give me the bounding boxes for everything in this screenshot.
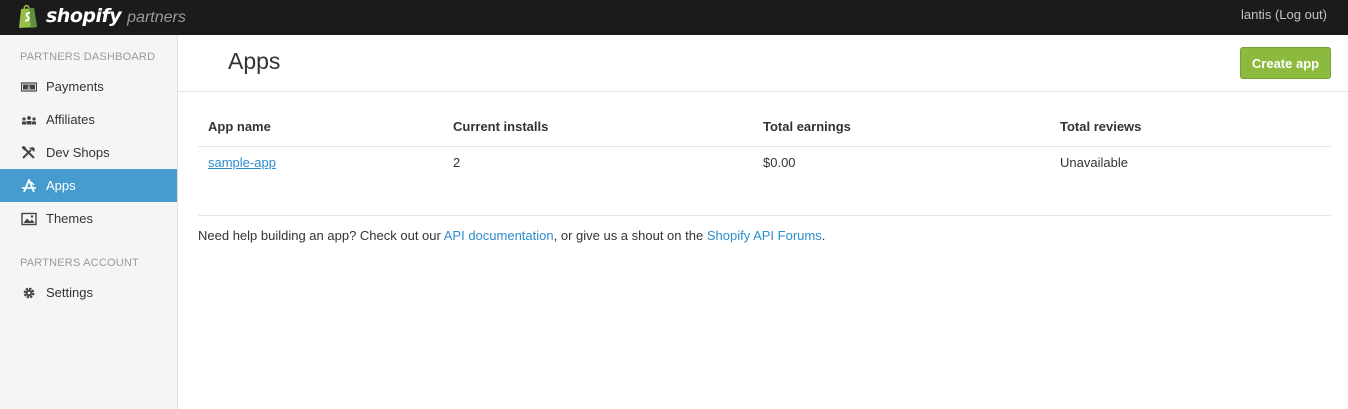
logout-link[interactable]: (Log out): [1275, 7, 1327, 22]
sidebar-item-dev-shops[interactable]: Dev Shops: [0, 136, 177, 169]
column-header-total-reviews: Total reviews: [1050, 108, 1331, 147]
sidebar-item-label: Settings: [46, 285, 93, 300]
help-text: Need help building an app? Check out our…: [198, 228, 825, 243]
apps-icon: [20, 178, 38, 193]
sidebar-item-label: Dev Shops: [46, 145, 110, 160]
brand-name: shopify: [46, 5, 122, 27]
gear-icon: [20, 286, 38, 300]
shopify-bag-icon: [19, 4, 37, 28]
earnings-cell: $0.00: [763, 154, 796, 170]
column-header-current-installs: Current installs: [443, 108, 753, 147]
tools-icon: [20, 145, 38, 160]
help-suffix: .: [821, 228, 826, 243]
api-documentation-link[interactable]: API documentation: [444, 228, 554, 243]
brand-subtitle: partners: [127, 8, 186, 26]
sidebar-item-settings[interactable]: Settings: [0, 276, 177, 309]
image-icon: [20, 212, 38, 226]
column-header-app-name: App name: [198, 108, 443, 147]
installs-cell: 2: [453, 154, 461, 170]
sidebar-item-label: Payments: [46, 79, 104, 94]
section-title-account: PARTNERS ACCOUNT: [20, 257, 139, 269]
shopify-api-forums-link[interactable]: Shopify API Forums: [707, 228, 822, 243]
sidebar-item-label: Apps: [46, 178, 76, 193]
payments-icon: $: [20, 80, 38, 94]
app-name-link[interactable]: sample-app: [208, 155, 276, 170]
svg-text:$: $: [27, 85, 30, 91]
app-name-cell: sample-app: [198, 146, 443, 178]
sidebar-item-payments[interactable]: $ Payments: [0, 70, 177, 103]
user-menu: lantis (Log out): [1241, 7, 1327, 22]
shopify-partners-logo[interactable]: shopify partners: [18, 3, 186, 29]
sidebar: PARTNERS DASHBOARD $ Payments Affiliates…: [0, 35, 178, 409]
apps-table: App name Current installs Total earnings…: [198, 108, 1331, 178]
divider: [198, 215, 1331, 216]
column-header-total-earnings: Total earnings: [753, 108, 1050, 147]
username: lantis: [1240, 7, 1272, 22]
section-title-dashboard: PARTNERS DASHBOARD: [20, 51, 156, 63]
reviews-cell: Unavailable: [1060, 154, 1128, 170]
sidebar-item-label: Affiliates: [46, 112, 95, 127]
page-title: Apps: [228, 48, 281, 74]
page-header: Apps Create app: [178, 35, 1348, 92]
sidebar-item-affiliates[interactable]: Affiliates: [0, 103, 177, 136]
sidebar-item-themes[interactable]: Themes: [0, 202, 177, 235]
table-header-row: App name Current installs Total earnings…: [198, 108, 1331, 147]
sidebar-item-apps[interactable]: Apps: [0, 169, 177, 202]
affiliates-icon: [20, 113, 38, 127]
help-prefix: Need help building an app? Check out our: [198, 228, 444, 243]
create-app-button[interactable]: Create app: [1240, 47, 1331, 79]
main-content: Apps Create app App name Current install…: [178, 35, 1348, 409]
top-bar: shopify partners lantis (Log out): [0, 0, 1348, 35]
help-middle: , or give us a shout on the: [553, 228, 707, 243]
sidebar-item-label: Themes: [46, 211, 93, 226]
table-row: sample-app 2 $0.00 Unavailable: [198, 146, 1331, 178]
